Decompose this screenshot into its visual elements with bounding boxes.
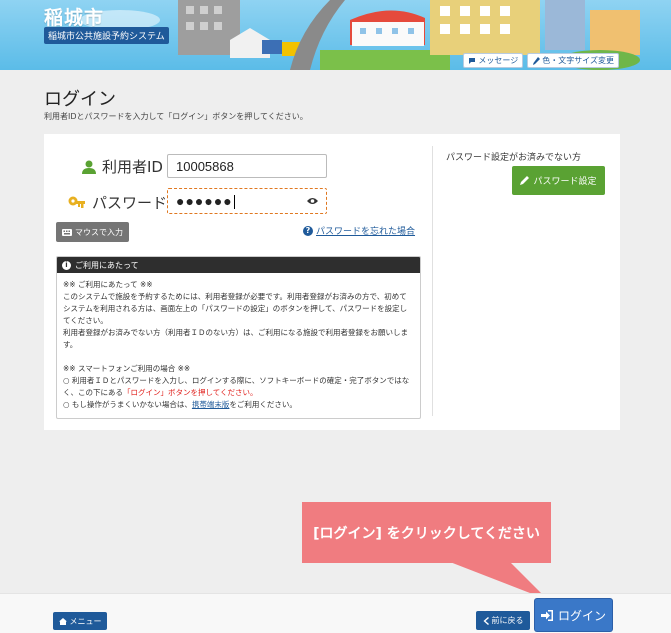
notice-line2-pre: ○ もし操作がうまくいかない場合は、 <box>63 400 192 409</box>
sign-in-icon <box>540 609 553 621</box>
header-links: メッセージ 色・文字サイズ変更 <box>463 53 619 68</box>
password-setup-caption: パスワード設定がお済みでない方 <box>446 153 582 163</box>
mobile-version-link[interactable]: 携帯端末版 <box>192 400 230 409</box>
password-label-text: パスワード <box>92 194 168 212</box>
notice-line2-post: をご利用ください。 <box>229 400 297 409</box>
notice-section2-line1: ○ 利用者ＩＤとパスワードを入力し、ログインする際に、ソフトキーボードの確定・完… <box>63 375 414 399</box>
page-description: 利用者IDとパスワードを入力して「ログイン」ボタンを押してください。 <box>44 112 308 121</box>
color-size-link-label: 色・文字サイズ変更 <box>542 56 614 65</box>
footer-bar: メニュー 前に戻る ログイン <box>0 593 671 633</box>
notice-header: i ご利用にあたって <box>57 257 420 273</box>
password-setting-button[interactable]: パスワード設定 <box>512 166 605 195</box>
system-name: 稲城市公共施設予約システム <box>44 27 169 44</box>
mouse-input-label: マウスで入力 <box>75 227 123 237</box>
mouse-input-button[interactable]: マウスで入力 <box>56 222 129 242</box>
user-id-label: 利用者ID <box>82 156 163 177</box>
notice-heading: ご利用にあたって <box>75 260 139 270</box>
keyboard-icon <box>62 228 72 236</box>
chevron-left-icon <box>483 616 489 625</box>
notice-section1-title: ※※ ご利用にあたって ※※ <box>63 280 153 289</box>
notice-section1-text2: 利用者登録がお済みでない方（利用者ＩＤのない方）は、ご利用になる施設で利用者登録… <box>63 328 408 349</box>
user-icon <box>82 160 96 174</box>
city-name: 稲城市 <box>44 7 105 29</box>
forgot-password-link[interactable]: ? パスワードを忘れた場合 <box>303 224 415 237</box>
password-value: ●●●●●● <box>176 193 235 210</box>
password-setting-label: パスワード設定 <box>533 177 597 187</box>
header-banner: 稲城市 稲城市公共施設予約システム メッセージ 色・文字サイズ変更 <box>0 0 671 70</box>
message-link-label: メッセージ <box>478 56 519 65</box>
message-link[interactable]: メッセージ <box>463 53 524 68</box>
panel-divider <box>432 146 433 416</box>
user-id-label-text: 利用者ID <box>102 158 163 176</box>
notice-section2-title: ※※ スマートフォンご利用の場合 ※※ <box>63 364 191 373</box>
key-icon <box>68 196 85 208</box>
callout-text: [ログイン] をクリックしてください <box>313 525 540 542</box>
page-title: ログイン <box>44 89 116 110</box>
password-label: パスワード <box>68 192 167 213</box>
forgot-password-label: パスワードを忘れた場合 <box>316 227 416 237</box>
login-label: ログイン <box>557 608 606 623</box>
login-button[interactable]: ログイン <box>535 599 612 631</box>
notice-body: ※※ ご利用にあたって ※※ このシステムで施設を予約するためには、利用者登録が… <box>57 273 420 417</box>
info-icon: i <box>62 260 71 270</box>
notice-box: i ご利用にあたって ※※ ご利用にあたって ※※ このシステムで施設を予約する… <box>56 256 421 419</box>
brush-icon <box>533 56 541 65</box>
notice-section1-text1: このシステムで施設を予約するためには、利用者登録が必要です。利用者登録がお済みの… <box>63 292 408 325</box>
password-input[interactable]: ●●●●●● <box>167 188 327 214</box>
back-label: 前に戻る <box>491 616 524 625</box>
speech-bubble-icon <box>469 58 476 64</box>
user-id-value: 10005868 <box>176 158 234 174</box>
password-masked-text: ●●●●●● <box>176 192 233 209</box>
text-caret <box>233 195 235 210</box>
menu-label: メニュー <box>69 616 102 626</box>
notice-section2-line2: ○ もし操作がうまくいかない場合は、携帯端末版をご利用ください。 <box>63 399 414 411</box>
question-icon: ? <box>303 225 313 236</box>
eye-icon[interactable] <box>307 197 318 205</box>
notice-red-text: 「ログイン」ボタンを押してください。 <box>123 388 258 397</box>
back-button[interactable]: 前に戻る <box>476 611 530 630</box>
login-panel: 利用者ID 10005868 パスワード ●●●●●● マウスで入力 ? パスワ… <box>44 134 620 430</box>
pencil-icon <box>520 176 530 185</box>
instruction-callout: [ログイン] をクリックしてください <box>302 502 551 563</box>
menu-button[interactable]: メニュー <box>53 612 107 630</box>
user-id-input[interactable]: 10005868 <box>167 154 327 178</box>
home-icon <box>58 617 67 625</box>
color-size-link[interactable]: 色・文字サイズ変更 <box>527 53 619 68</box>
